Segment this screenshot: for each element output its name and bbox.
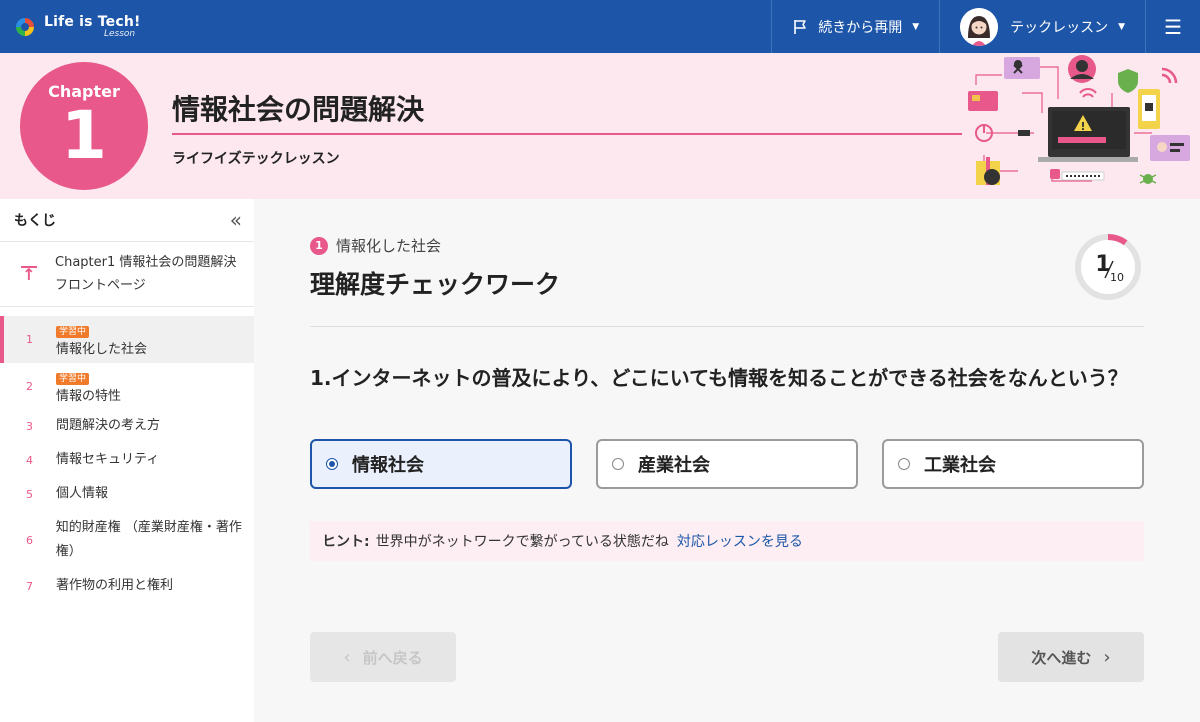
next-label: 次へ進む — [1031, 648, 1092, 667]
toc-item-label: 個人情報 — [56, 486, 109, 501]
toc-item-label: 情報の特性 — [56, 388, 122, 404]
main-content: 1 情報化した社会 理解度チェックワーク 1 10 1.インターネットの普及によ… — [254, 199, 1200, 722]
toc-item-number: 2 — [26, 379, 33, 393]
front-page-line2: フロントページ — [55, 278, 146, 293]
lesson-link[interactable]: 対応レッスンを見る — [677, 531, 803, 551]
progress-indicator: 1 10 — [1075, 234, 1141, 300]
sidebar-item-3[interactable]: 3 問題解決の考え方 — [0, 409, 254, 443]
front-page-line1: Chapter1 情報社会の問題解決 — [55, 255, 237, 270]
prev-label: 前へ戻る — [362, 648, 423, 667]
radio-icon — [898, 458, 910, 470]
next-button[interactable]: 次へ進む › — [998, 632, 1144, 682]
logo[interactable]: Life is Tech! Lesson — [16, 0, 141, 53]
resume-label: 続きから再開 — [818, 19, 903, 36]
page-title: 理解度チェックワーク — [310, 270, 561, 299]
top-bar: Life is Tech! Lesson 続きから再開 ▼ テックレッスン ▼ … — [0, 0, 1200, 53]
front-page-link[interactable]: ↑ Chapter1 情報社会の問題解決 フロントページ — [0, 242, 254, 307]
sidebar-item-2[interactable]: 2 学習中 情報の特性 — [0, 363, 254, 409]
chevron-down-icon: ▼ — [912, 21, 920, 32]
svg-text:!: ! — [1080, 120, 1085, 133]
section-name: 情報化した社会 — [336, 237, 442, 255]
toc-item-label: 問題解決の考え方 — [56, 418, 161, 433]
sidebar-item-4[interactable]: 4 情報セキュリティ — [0, 443, 254, 477]
option-label: 工業社会 — [924, 455, 996, 476]
progress-total: 10 — [1110, 271, 1124, 284]
resume-button[interactable]: 続きから再開 ▼ — [771, 0, 939, 53]
menu-icon: ☰ — [1164, 14, 1182, 39]
radio-icon — [612, 458, 624, 470]
option-label: 情報社会 — [352, 455, 424, 476]
security-illustration: ! — [968, 55, 1190, 185]
user-menu[interactable]: テックレッスン ▼ — [939, 0, 1145, 53]
toc-header: もくじ « — [0, 199, 254, 242]
logo-subtitle: Lesson — [104, 28, 136, 39]
hint-box: ヒント: 世界中がネットワークで繋がっている状態だね 対応レッスンを見る — [310, 521, 1144, 561]
question-text: 1.インターネットの普及により、どこにいても情報を知ることができる社会をなんとい… — [310, 363, 1150, 393]
chapter-header: Chapter 1 情報社会の問題解決 ライフイズテックレッスン ! — [0, 53, 1200, 199]
status-badge: 学習中 — [56, 326, 90, 338]
question-body: インターネットの普及により、どこにいても情報を知ることができる社会をなんという？ — [331, 366, 1128, 390]
collapse-icon[interactable]: « — [230, 208, 242, 232]
section-number: 1 — [310, 236, 328, 255]
toc-list: 1 学習中 情報化した社会 2 学習中 情報の特性 3 問題解決の考え方 4 情… — [0, 307, 254, 603]
sidebar-item-6[interactable]: 6 知的財産権 （産業財産権・著作権） — [0, 511, 254, 569]
toc-item-label: 知的財産権 （産業財産権・著作権） — [55, 520, 242, 559]
sidebar-item-1[interactable]: 1 学習中 情報化した社会 — [0, 316, 254, 363]
chapter-divider — [172, 133, 962, 135]
chapter-title: 情報社会の問題解決 — [172, 93, 425, 126]
avatar — [960, 7, 999, 46]
chevron-down-icon: ▼ — [1118, 21, 1126, 32]
toc-item-number: 1 — [26, 333, 33, 346]
hint-label: ヒント: — [322, 534, 370, 550]
toc-item-number: 4 — [26, 453, 33, 467]
user-name: テックレッスン — [1010, 19, 1109, 36]
toc-item-number: 7 — [26, 579, 33, 593]
toc-item-number: 5 — [26, 487, 33, 501]
toc-item-number: 3 — [26, 419, 33, 433]
toc-title: もくじ — [14, 213, 56, 229]
option-3[interactable]: 工業社会 — [882, 439, 1144, 489]
status-badge: 学習中 — [56, 372, 90, 385]
hint-text: 世界中がネットワークで繋がっている状態だね — [375, 534, 669, 550]
sidebar-item-7[interactable]: 7 著作物の利用と権利 — [0, 569, 254, 603]
menu-button[interactable]: ☰ — [1145, 0, 1200, 53]
toc-item-label: 情報セキュリティ — [56, 452, 160, 467]
section-label: 1 情報化した社会 — [310, 235, 441, 256]
sidebar-item-5[interactable]: 5 個人情報 — [0, 477, 254, 511]
answer-options: 情報社会 産業社会 工業社会 — [310, 439, 1144, 489]
flag-icon — [794, 19, 806, 34]
chapter-badge: Chapter 1 — [20, 62, 148, 190]
toc-item-number: 6 — [26, 533, 33, 547]
logo-mark-icon — [16, 17, 34, 36]
chapter-subtitle: ライフイズテックレッスン — [172, 151, 340, 167]
question-number: 1. — [310, 366, 332, 390]
chevron-right-icon: › — [1103, 646, 1111, 668]
chevron-left-icon: ‹ — [343, 646, 351, 668]
radio-selected-icon — [326, 458, 338, 470]
option-label: 産業社会 — [638, 455, 710, 476]
toc-item-label: 著作物の利用と権利 — [56, 578, 174, 593]
progress-current: 1 — [1095, 252, 1110, 277]
prev-button[interactable]: ‹ 前へ戻る — [310, 632, 456, 682]
option-1[interactable]: 情報社会 — [310, 439, 572, 489]
back-to-top-icon: ↑ — [21, 265, 37, 284]
chapter-badge-number: 1 — [61, 97, 107, 174]
option-2[interactable]: 産業社会 — [596, 439, 858, 489]
divider — [310, 326, 1144, 327]
toc-item-label: 情報化した社会 — [56, 342, 148, 357]
logo-title: Life is Tech! — [44, 13, 141, 30]
sidebar: もくじ « ↑ Chapter1 情報社会の問題解決 フロントページ 1 学習中… — [0, 199, 254, 722]
